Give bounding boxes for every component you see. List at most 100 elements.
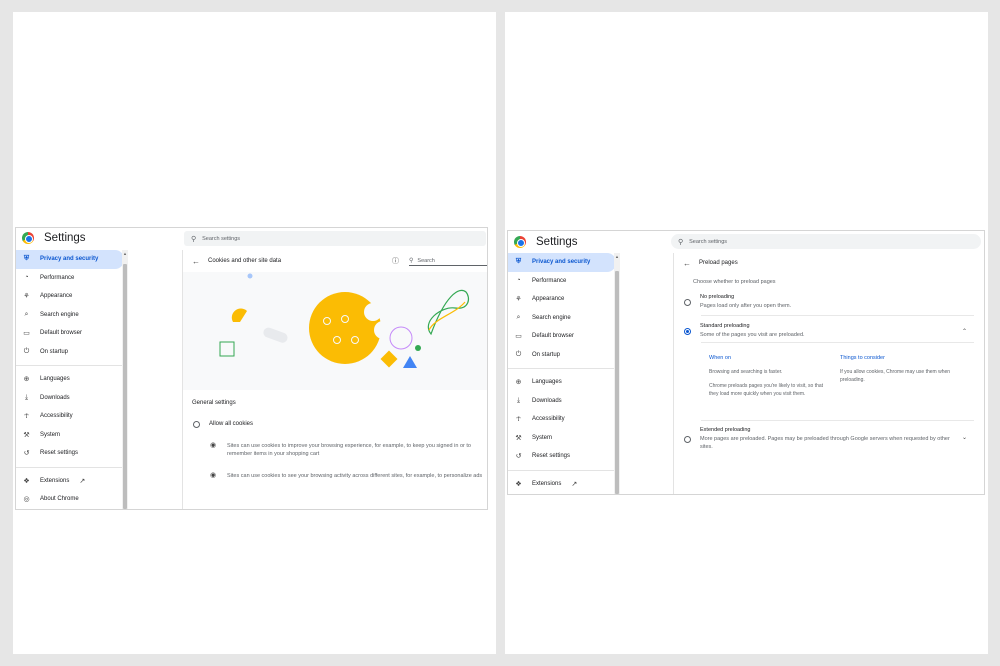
- sidebar-item-label: Default browser: [40, 330, 83, 337]
- sidebar-item-languages[interactable]: ⊕ Languages: [508, 373, 616, 392]
- sidebar-item-about-chrome[interactable]: ◎ About Chrome: [16, 490, 124, 509]
- option-title: Extended preloading: [700, 427, 751, 433]
- scroll-up-icon[interactable]: ▲: [122, 251, 128, 256]
- option-desc: Pages load only after you open them.: [700, 302, 792, 309]
- puzzle-icon: ❖: [23, 477, 30, 485]
- sidebar-item-search-engine[interactable]: ⌕ Search engine: [508, 309, 616, 328]
- circle-outline-shape: [389, 326, 413, 350]
- sidebar-scrollbar[interactable]: ▲: [614, 253, 620, 494]
- allow-all-label: Allow all cookies: [209, 421, 254, 427]
- sidebar-item-accessibility[interactable]: ☥ Accessibility: [508, 410, 616, 429]
- sidebar-divider: [508, 368, 616, 369]
- sidebar-item-label: Downloads: [40, 394, 70, 401]
- sidebar-item-privacy-and-security[interactable]: ⛨ Privacy and security: [16, 250, 124, 269]
- sidebar-item-default-browser[interactable]: ▭ Default browser: [16, 324, 124, 343]
- sidebar-divider: [16, 466, 124, 468]
- sidebar: ⛨ Privacy and security ◔ Performance ⚘ Appear…: [16, 250, 124, 509]
- sidebar-item-on-startup[interactable]: ⏻ On startup: [508, 346, 616, 365]
- half-cookie-shape: [231, 308, 247, 322]
- standard-preloading-radio[interactable]: [684, 328, 691, 335]
- extended-preloading-option[interactable]: Extended preloading More pages are prelo…: [684, 426, 964, 451]
- option-desc: Some of the pages you visit are preloade…: [700, 331, 805, 338]
- sidebar-item-search-engine[interactable]: ⌕ Search engine: [16, 306, 124, 325]
- history-icon: ↺: [515, 453, 522, 461]
- sidebar-item-label: Languages: [532, 379, 562, 386]
- inner-search-input[interactable]: ⚲ Search: [409, 256, 487, 266]
- wrench-icon: ⚒: [23, 431, 30, 439]
- divider: [701, 315, 974, 316]
- sidebar-item-privacy-and-security[interactable]: ⛨ Privacy and security: [508, 253, 616, 272]
- sidebar-item-reset-settings[interactable]: ↺ Reset settings: [508, 447, 616, 466]
- sidebar-item-label: On startup: [532, 351, 561, 358]
- browser-icon: ▭: [23, 330, 30, 338]
- app-title: Settings: [44, 232, 86, 244]
- scrollbar-thumb[interactable]: [615, 271, 619, 494]
- chevron-up-icon[interactable]: ⌃: [962, 328, 967, 335]
- page-title: Cookies and other site data: [208, 258, 282, 264]
- standard-preloading-option[interactable]: Standard preloading Some of the pages yo…: [684, 322, 974, 339]
- search-icon: ⌕: [24, 310, 29, 318]
- download-icon: ⤓: [24, 393, 29, 401]
- general-settings-heading: General settings: [192, 400, 236, 406]
- when-on-text-2: Chrome preloads pages you're likely to v…: [709, 383, 824, 397]
- sidebar-item-performance[interactable]: ◔ Performance: [508, 272, 616, 291]
- globe-icon: ⊕: [23, 376, 30, 384]
- sidebar-item-extensions[interactable]: ❖ Extensions ↗: [16, 472, 124, 491]
- sidebar-item-appearance[interactable]: ⚘ Appearance: [508, 290, 616, 309]
- back-arrow-icon[interactable]: ←: [192, 257, 200, 266]
- allow-all-radio[interactable]: [193, 420, 200, 428]
- sidebar-item-reset-settings[interactable]: ↺ Reset settings: [16, 444, 124, 463]
- search-input[interactable]: ⚲ Search settings: [671, 234, 981, 249]
- dot-shape: [247, 273, 253, 279]
- option-desc: More pages are preloaded. Pages may be p…: [700, 435, 950, 450]
- sidebar-item-label: Reset settings: [40, 450, 79, 457]
- cookie-small-icon: ◉: [210, 442, 217, 449]
- sidebar-item-label: Search engine: [532, 314, 571, 321]
- bullet-text-2: Sites can use cookies to see your browsi…: [227, 473, 483, 479]
- palette-icon: ⚘: [23, 293, 30, 301]
- main-content: ← Preload pages Choose whether to preloa…: [673, 253, 981, 494]
- sidebar-item-system[interactable]: ⚒ System: [16, 426, 124, 445]
- sidebar-item-downloads[interactable]: ⤓ Downloads: [16, 389, 124, 408]
- sidebar-item-label: Appearance: [40, 293, 73, 300]
- chrome-logo-icon: [22, 232, 34, 244]
- page-title: Preload pages: [699, 260, 738, 266]
- inner-search-icon: ⚲: [409, 258, 414, 264]
- back-arrow-icon[interactable]: ←: [683, 259, 691, 268]
- open-external-icon[interactable]: ↗: [79, 477, 85, 485]
- scrollbar-thumb[interactable]: [123, 264, 127, 509]
- scroll-up-icon[interactable]: ▲: [614, 254, 620, 259]
- no-preloading-radio[interactable]: [684, 299, 691, 306]
- search-placeholder: Search settings: [202, 235, 241, 242]
- power-icon: ⏻: [23, 347, 30, 355]
- triangle-shape: [403, 356, 417, 368]
- sidebar-item-appearance[interactable]: ⚘ Appearance: [16, 287, 124, 306]
- chrome-icon: ◎: [23, 496, 30, 504]
- square-shape: [219, 341, 235, 357]
- sidebar-item-system[interactable]: ⚒ System: [508, 429, 616, 448]
- cookie-illustration: [183, 272, 487, 390]
- cookie-illustration-svg: [219, 273, 470, 368]
- sidebar-item-label: Accessibility: [40, 413, 73, 420]
- search-icon: ⚲: [678, 238, 684, 246]
- sidebar-item-accessibility[interactable]: ☥ Accessibility: [16, 407, 124, 426]
- no-preloading-option[interactable]: No preloading Pages load only after you …: [684, 293, 974, 310]
- sidebar-item-on-startup[interactable]: ⏻ On startup: [16, 343, 124, 362]
- search-input[interactable]: ⚲ Search settings: [184, 231, 486, 246]
- sidebar-item-languages[interactable]: ⊕ Languages: [16, 370, 124, 389]
- help-icon[interactable]: ⓘ: [392, 256, 399, 266]
- allow-all-cookies-option[interactable]: Allow all cookies: [193, 420, 253, 429]
- right-panel: Settings ⚲ Search settings ⛨ Privacy and …: [505, 12, 988, 654]
- wrench-icon: ⚒: [515, 434, 522, 442]
- extended-preloading-radio[interactable]: [684, 436, 691, 443]
- chevron-down-icon[interactable]: ⌄: [962, 434, 967, 441]
- sidebar-item-extensions[interactable]: ❖ Extensions ↗: [508, 475, 616, 494]
- sidebar-item-label: About Chrome: [40, 496, 79, 503]
- search-icon: ⌕: [516, 313, 521, 321]
- sidebar-scrollbar[interactable]: ▲: [122, 250, 128, 509]
- sidebar-item-performance[interactable]: ◔ Performance: [16, 269, 124, 288]
- sidebar-item-downloads[interactable]: ⤓ Downloads: [508, 392, 616, 411]
- open-external-icon[interactable]: ↗: [571, 480, 577, 488]
- sidebar-item-default-browser[interactable]: ▭ Default browser: [508, 327, 616, 346]
- puzzle-icon: ❖: [515, 480, 522, 488]
